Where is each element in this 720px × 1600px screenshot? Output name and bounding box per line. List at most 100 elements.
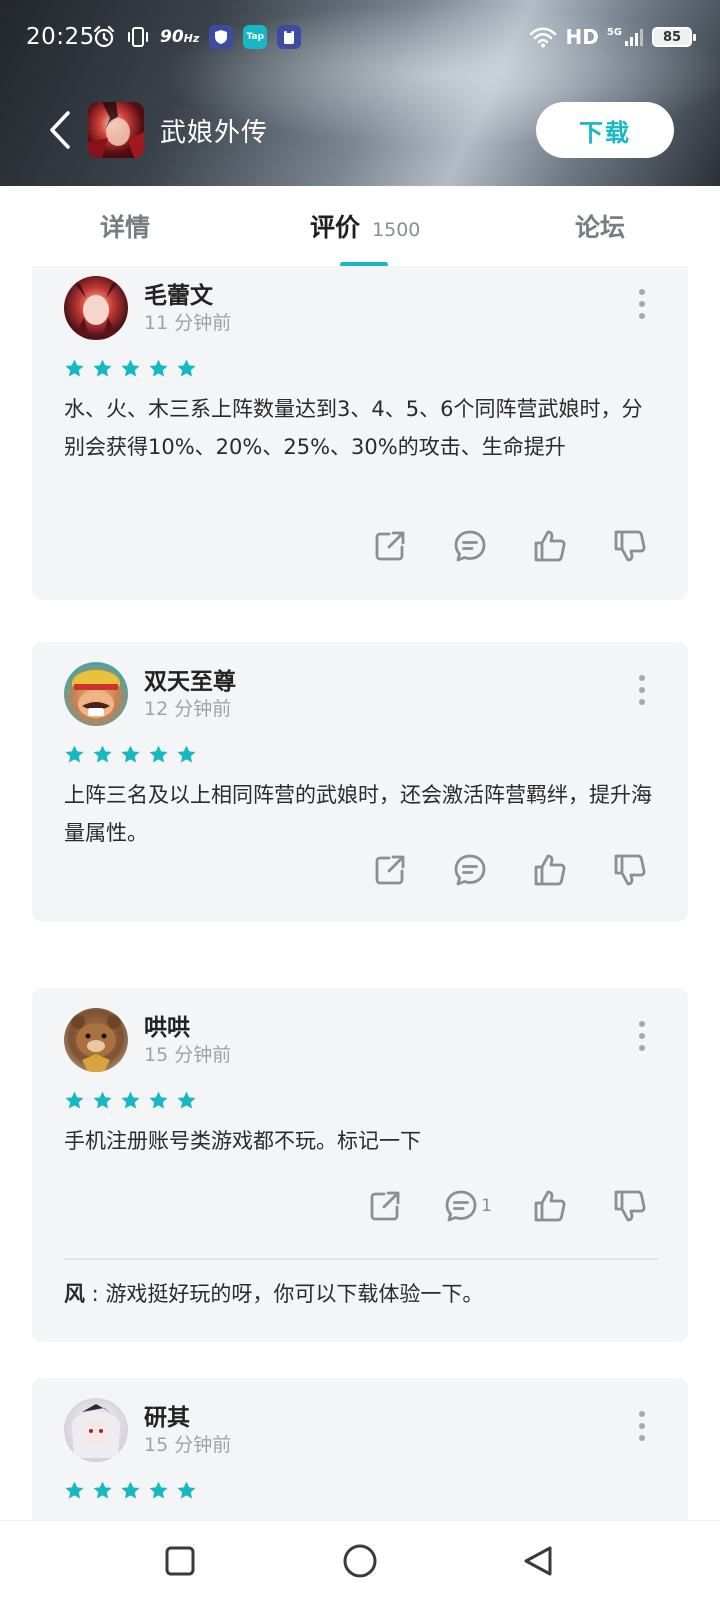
network-gen: 5G: [606, 26, 622, 38]
game-app-icon: [88, 102, 144, 158]
star-icon: [92, 1090, 113, 1111]
star-icon: [148, 358, 169, 379]
avatar[interactable]: [64, 276, 128, 340]
recents-icon: [165, 1546, 195, 1576]
tab-forum[interactable]: 论坛: [575, 208, 625, 244]
reply-author[interactable]: 风: [64, 1282, 85, 1306]
star-icon: [92, 358, 113, 379]
share-icon: [372, 528, 408, 564]
comment-icon: [452, 852, 488, 888]
more-button[interactable]: [632, 284, 652, 324]
review-card: 哄哄 15 分钟前 手机注册账号类游戏都不玩。标记一下 1 风 : 游戏挺好玩的…: [32, 988, 688, 1342]
tab-details[interactable]: 详情: [100, 208, 150, 244]
star-icon: [120, 744, 141, 765]
share-button[interactable]: [368, 848, 412, 892]
tap-app-icon: Tap: [243, 25, 268, 49]
more-button[interactable]: [632, 1016, 652, 1056]
download-button[interactable]: 下载: [536, 102, 674, 158]
star-icon: [64, 1090, 85, 1111]
star-icon: [176, 744, 197, 765]
review-username[interactable]: 研其: [144, 1398, 190, 1432]
dislike-button[interactable]: [608, 524, 652, 568]
star-icon: [64, 1480, 85, 1501]
comment-button[interactable]: [448, 848, 492, 892]
dislike-button[interactable]: [608, 1184, 652, 1228]
app-bar: 武娘外传 下载: [0, 90, 720, 170]
thumbs-down-icon: [612, 528, 648, 564]
rating-stars: [64, 358, 197, 379]
review-text: 手机注册账号类游戏都不玩。标记一下: [64, 1129, 421, 1153]
like-button[interactable]: [528, 524, 572, 568]
tab-reviews-count: 1500: [372, 219, 421, 241]
review-username[interactable]: 哄哄: [144, 1008, 190, 1042]
comment-icon: [452, 528, 488, 564]
review-actions: [332, 524, 652, 568]
tab-reviews-label: 评价: [310, 213, 361, 242]
star-icon: [92, 744, 113, 765]
rating-stars: [64, 1480, 197, 1501]
dislike-button[interactable]: [608, 848, 652, 892]
vibrate-icon: [128, 27, 148, 47]
share-icon: [367, 1188, 403, 1224]
comment-button[interactable]: [448, 524, 492, 568]
thumbs-down-icon: [612, 852, 648, 888]
clipboard-app-icon: [277, 25, 302, 49]
thumbs-up-icon: [532, 852, 568, 888]
comment-icon: [443, 1188, 479, 1224]
avatar[interactable]: [64, 1008, 128, 1072]
star-icon: [176, 1090, 197, 1111]
thumbs-up-icon: [532, 1188, 568, 1224]
star-icon: [120, 358, 141, 379]
shield-app-icon: [209, 25, 234, 49]
review-username[interactable]: 毛蕾文: [144, 276, 213, 310]
like-button[interactable]: [528, 848, 572, 892]
star-icon: [148, 1480, 169, 1501]
back-icon: [50, 111, 70, 149]
status-icons-right: HD 5G 85: [529, 24, 696, 50]
rating-stars: [64, 744, 197, 765]
review-time: 15 分钟前: [144, 1434, 232, 1456]
home-button[interactable]: [338, 1539, 382, 1583]
star-icon: [176, 358, 197, 379]
share-icon: [372, 852, 408, 888]
share-button[interactable]: [363, 1184, 407, 1228]
avatar[interactable]: [64, 662, 128, 726]
signal-icon: [625, 29, 643, 46]
back-nav-button[interactable]: [516, 1539, 560, 1583]
thumbs-down-icon: [612, 1188, 648, 1224]
like-button[interactable]: [528, 1184, 572, 1228]
recents-button[interactable]: [158, 1539, 202, 1583]
review-list[interactable]: 毛蕾文 11 分钟前 水、火、木三系上阵数量达到3、4、5、6个同阵营武娘时，分…: [0, 266, 720, 1520]
star-icon: [176, 1480, 197, 1501]
reply-text: 游戏挺好玩的呀，你可以下载体验一下。: [105, 1282, 484, 1306]
review-time: 12 分钟前: [144, 698, 232, 720]
battery-icon: 85: [652, 27, 696, 47]
share-button[interactable]: [368, 524, 412, 568]
review-card: 双天至尊 12 分钟前 上阵三名及以上相同阵营的武娘时，还会激活阵营羁绊，提升海…: [32, 642, 688, 922]
more-button[interactable]: [632, 670, 652, 710]
review-card: 研其 15 分钟前: [32, 1378, 688, 1520]
alarm-icon: [93, 25, 115, 48]
comment-count: 1: [481, 1196, 492, 1216]
refresh-rate: 90Hz: [160, 27, 200, 47]
system-nav-bar: [0, 1520, 720, 1600]
avatar[interactable]: [64, 1398, 128, 1462]
tab-bar: 详情 评价 1500 论坛: [0, 186, 720, 267]
comment-button[interactable]: 1: [443, 1184, 492, 1228]
star-icon: [64, 358, 85, 379]
reply[interactable]: 风 : 游戏挺好玩的呀，你可以下载体验一下。: [64, 1278, 483, 1308]
reply-divider: [64, 1258, 658, 1260]
status-bar: 20:25 90Hz Tap HD 5G 85: [0, 0, 720, 74]
more-button[interactable]: [632, 1406, 652, 1446]
review-username[interactable]: 双天至尊: [144, 662, 236, 696]
review-text: 水、火、木三系上阵数量达到3、4、5、6个同阵营武娘时，分别会获得10%、20%…: [64, 397, 643, 459]
tab-reviews[interactable]: 评价 1500: [310, 208, 420, 244]
star-icon: [148, 1090, 169, 1111]
review-text: 上阵三名及以上相同阵营的武娘时，还会激活阵营羁绊，提升海量属性。: [64, 783, 652, 845]
app-title: 武娘外传: [160, 118, 269, 148]
star-icon: [120, 1090, 141, 1111]
rating-stars: [64, 1090, 197, 1111]
back-button[interactable]: [40, 106, 80, 154]
star-icon: [64, 744, 85, 765]
wifi-icon: [530, 27, 557, 48]
